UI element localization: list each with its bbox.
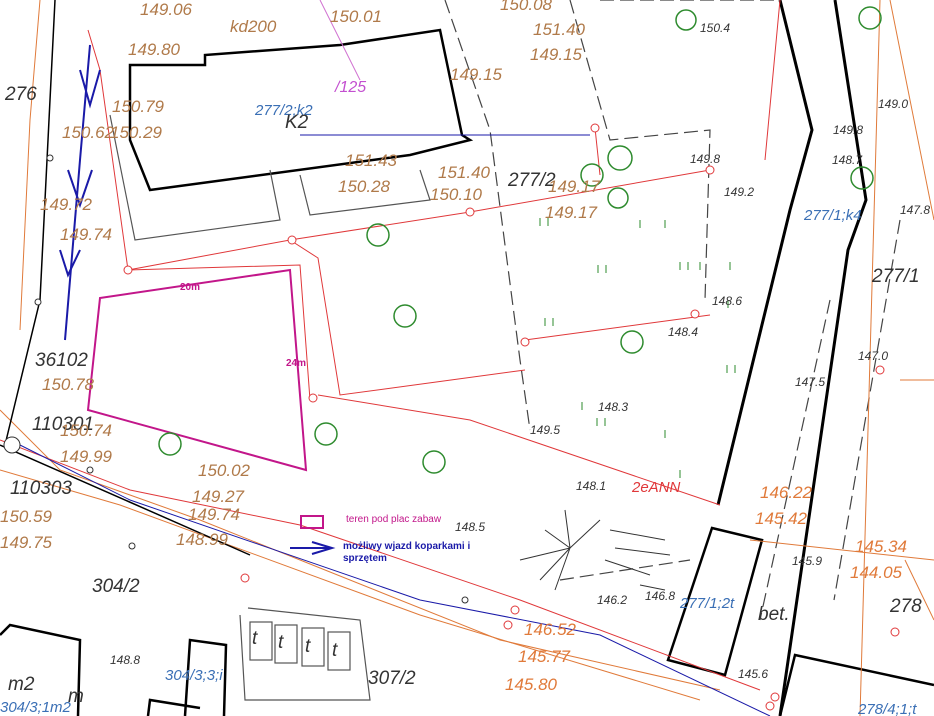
m-label: m: [68, 686, 84, 707]
svg-text:146.8: 146.8: [645, 589, 675, 603]
svg-text:149.80: 149.80: [128, 40, 181, 59]
t-label-4: t: [332, 640, 338, 661]
t-label-2: t: [278, 632, 284, 653]
t-label-1: t: [252, 628, 258, 649]
map-drawing: 20m 24m 277/2 277/2;k2 K2 277/1 277/1;k4…: [0, 0, 934, 716]
svg-text:147.0: 147.0: [858, 349, 888, 363]
elevation-labels-dark: 150.4 149.0 149.8 148.7 149.8 149.2 147.…: [110, 21, 930, 681]
svg-text:145.6: 145.6: [738, 667, 768, 681]
svg-text:145.80: 145.80: [505, 675, 558, 694]
svg-text:150.08: 150.08: [500, 0, 553, 14]
kd-label: kd200: [230, 17, 277, 36]
svg-text:149.74: 149.74: [188, 505, 240, 524]
svg-text:149.17: 149.17: [548, 177, 601, 196]
parcel-label-278: 278: [889, 596, 922, 617]
code-36102: 36102: [35, 350, 88, 371]
svg-text:145.42: 145.42: [755, 509, 808, 528]
svg-text:148.99: 148.99: [176, 530, 229, 549]
playground-height-label: 24m: [286, 358, 306, 369]
parcel-label-304: 304/2: [92, 576, 140, 597]
svg-text:148.1: 148.1: [576, 479, 606, 493]
playground-area[interactable]: 20m 24m: [86, 268, 308, 472]
svg-text:150.59: 150.59: [0, 507, 53, 526]
svg-text:149.8: 149.8: [690, 152, 720, 166]
legend-access-arrow-icon: [290, 541, 336, 555]
svg-text:149.06: 149.06: [140, 0, 193, 19]
svg-text:150.79: 150.79: [112, 97, 165, 116]
building-road-strip: [716, 0, 868, 716]
svg-text:148.4: 148.4: [668, 325, 698, 339]
svg-text:150.74: 150.74: [60, 421, 112, 440]
svg-text:150.29: 150.29: [110, 123, 163, 142]
parcel-label-304-3: 304/3;3;i: [165, 667, 223, 684]
parcel-label-left-top: 276: [4, 84, 37, 105]
bet-label: bet.: [758, 604, 790, 625]
building-code-label: K2: [285, 112, 309, 133]
parcel-label-277-1-2t: 277/1;2t: [679, 595, 735, 612]
svg-text:148.3: 148.3: [598, 400, 628, 414]
legend-playground-swatch: [300, 515, 324, 529]
svg-text:149.99: 149.99: [60, 447, 113, 466]
dashed-lines: [444, 0, 901, 621]
svg-text:151.40: 151.40: [533, 20, 586, 39]
svg-text:150.01: 150.01: [330, 7, 382, 26]
parcel-label-307: 307/2: [368, 668, 416, 689]
legend-playground-label: teren pod plac zabaw: [346, 514, 442, 525]
yard-outlines: [109, 114, 431, 701]
radial-symbol: [519, 509, 671, 591]
svg-text:149.17: 149.17: [545, 203, 598, 222]
parcel-label-125: /125: [334, 79, 366, 96]
svg-text:146.22: 146.22: [760, 483, 813, 502]
svg-text:149.15: 149.15: [450, 65, 503, 84]
code-2eann: 2eANN: [631, 479, 681, 496]
svg-text:149.2: 149.2: [724, 185, 754, 199]
svg-text:149.27: 149.27: [192, 487, 245, 506]
svg-text:148.6: 148.6: [712, 294, 742, 308]
svg-text:149.72: 149.72: [40, 195, 93, 214]
parcel-label-304-3b: 304/3;1m2: [0, 699, 72, 716]
svg-text:149.8: 149.8: [833, 123, 863, 137]
map-canvas[interactable]: 20m 24m 277/2 277/2;k2 K2 277/1 277/1;k4…: [0, 0, 934, 716]
svg-text:150.4: 150.4: [700, 21, 730, 35]
parcel-label-278-4: 278/4;1;t: [857, 701, 917, 716]
svg-text:150.78: 150.78: [42, 375, 95, 394]
svg-text:149.75: 149.75: [0, 533, 53, 552]
access-route-arrow[interactable]: [59, 44, 101, 341]
svg-text:150.28: 150.28: [338, 177, 391, 196]
svg-text:150.10: 150.10: [430, 185, 483, 204]
blue-utility-line: [9, 134, 771, 716]
svg-text:151.40: 151.40: [438, 163, 491, 182]
svg-text:149.5: 149.5: [530, 423, 560, 437]
svg-text:151.43: 151.43: [345, 151, 398, 170]
svg-text:147.5: 147.5: [795, 375, 825, 389]
svg-text:144.05: 144.05: [850, 563, 903, 582]
svg-text:146.52: 146.52: [524, 620, 577, 639]
svg-text:148.7: 148.7: [832, 153, 863, 167]
m2-label: m2: [8, 674, 35, 695]
t-label-3: t: [305, 636, 311, 657]
legend: teren pod plac zabaw możliwy wjazd kopar…: [288, 510, 508, 570]
svg-text:146.2: 146.2: [597, 593, 627, 607]
legend-access-label: możliwy wjazd koparkami i sprzętem: [343, 541, 471, 564]
svg-text:145.34: 145.34: [855, 537, 907, 556]
svg-text:149.15: 149.15: [530, 45, 583, 64]
svg-text:150.62: 150.62: [62, 123, 115, 142]
svg-text:145.77: 145.77: [518, 647, 571, 666]
svg-text:149.74: 149.74: [60, 225, 112, 244]
playground-width-label: 20m: [180, 282, 200, 293]
svg-text:147.8: 147.8: [900, 203, 930, 217]
code-110303: 110303: [10, 478, 72, 499]
svg-text:149.0: 149.0: [878, 97, 908, 111]
parcel-label-right-small: 277/1;k4: [803, 207, 862, 224]
parcel-label-right: 277/1: [871, 266, 920, 287]
svg-text:145.9: 145.9: [792, 554, 822, 568]
svg-text:148.8: 148.8: [110, 653, 140, 667]
svg-text:150.02: 150.02: [198, 461, 251, 480]
